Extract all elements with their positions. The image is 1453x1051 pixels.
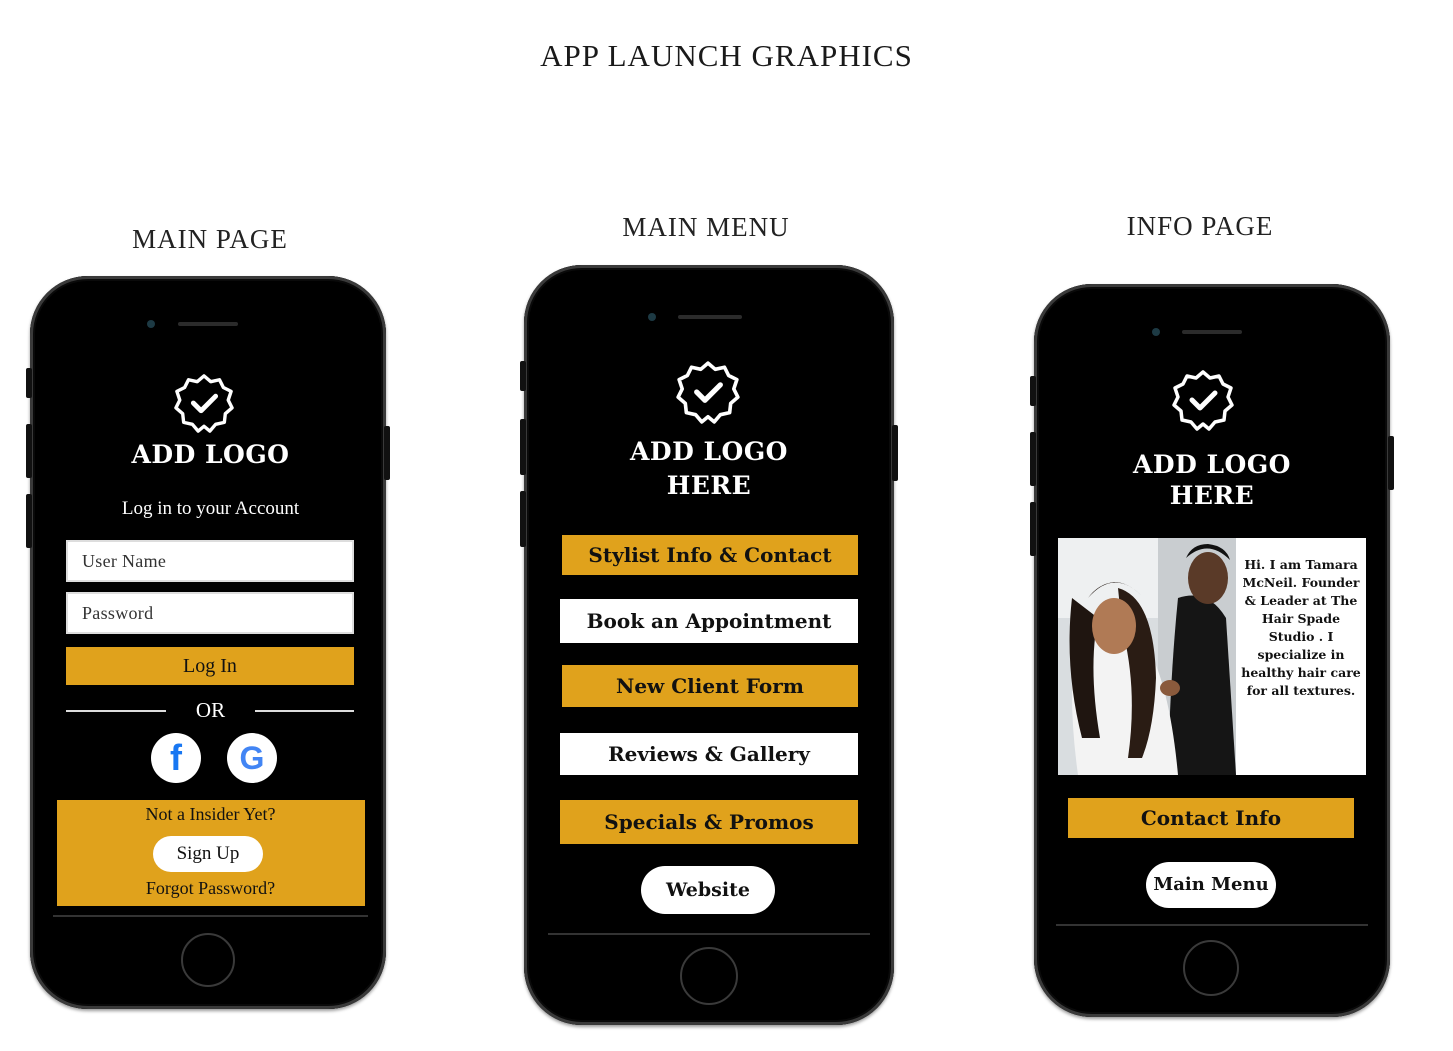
info-page-screen: ADD LOGO HERE Hi. I am Tamara McNeil. Fo… [1056, 368, 1368, 926]
contact-info-button[interactable]: Contact Info [1068, 798, 1354, 838]
speaker-grille [178, 322, 238, 326]
stylist-bio: Hi. I am Tamara McNeil. Founder & Leader… [1236, 538, 1366, 775]
logo-placeholder-line-2: HERE [666, 471, 752, 500]
phone-info-page: ADD LOGO HERE Hi. I am Tamara McNeil. Fo… [1030, 284, 1394, 1017]
facebook-icon[interactable]: f [151, 733, 201, 783]
side-button [1030, 502, 1036, 556]
logo-placeholder-line-2: HERE [1169, 481, 1255, 510]
not-insider-text: Not a Insider Yet? [145, 804, 276, 824]
verified-badge-icon [1172, 370, 1234, 431]
main-menu-screen: ADD LOGO HERE Stylist Info & Contact Boo… [548, 357, 870, 935]
side-button [26, 368, 32, 398]
divider-line-right [255, 710, 354, 712]
verified-badge-icon [174, 374, 234, 433]
signup-button[interactable]: Sign Up [153, 836, 263, 872]
home-button[interactable] [181, 933, 235, 987]
side-button [520, 491, 526, 547]
menu-item-book-appointment[interactable]: Book an Appointment [560, 599, 858, 643]
side-button [26, 424, 32, 478]
front-camera [1152, 328, 1160, 336]
stylist-photo [1058, 538, 1236, 775]
menu-item-specials-promos[interactable]: Specials & Promos [560, 800, 858, 844]
login-button[interactable]: Log In [66, 647, 354, 685]
screen-label-main-menu: MAIN MENU [622, 212, 790, 242]
front-camera [147, 320, 155, 328]
speaker-grille [678, 315, 742, 319]
screen-label-main-page: MAIN PAGE [132, 224, 288, 254]
side-button [26, 494, 32, 548]
google-icon[interactable]: G [227, 733, 277, 783]
login-subtitle: Log in to your Account [121, 498, 300, 519]
screen-label-info-page: INFO PAGE [1126, 211, 1274, 241]
menu-item-new-client-form[interactable]: New Client Form [562, 665, 858, 707]
logo-placeholder-line-1: ADD LOGO [1133, 450, 1291, 479]
side-button [1388, 436, 1394, 490]
website-button[interactable]: Website [641, 866, 775, 914]
side-button [384, 426, 390, 480]
page-title: APP LAUNCH GRAPHICS [540, 38, 913, 73]
speaker-grille [1182, 330, 1242, 334]
side-button [520, 361, 526, 391]
side-button [520, 419, 526, 475]
logo-placeholder-line-1: ADD LOGO [630, 437, 788, 466]
side-button [892, 425, 898, 481]
home-button[interactable] [680, 947, 738, 1005]
menu-item-reviews-gallery[interactable]: Reviews & Gallery [560, 733, 858, 775]
menu-item-stylist-info[interactable]: Stylist Info & Contact [562, 535, 858, 575]
front-camera [648, 313, 656, 321]
username-field[interactable]: User Name [66, 540, 354, 582]
phone-main-page: ADD LOGO Log in to your Account User Nam… [26, 276, 390, 1009]
verified-badge-icon [676, 361, 740, 424]
phone-main-menu: ADD LOGO HERE Stylist Info & Contact Boo… [520, 265, 898, 1025]
home-button[interactable] [1183, 940, 1239, 996]
side-button [1030, 376, 1036, 406]
main-menu-button[interactable]: Main Menu [1146, 862, 1276, 908]
main-page-screen: ADD LOGO Log in to your Account User Nam… [53, 360, 368, 917]
logo-placeholder: ADD LOGO [131, 440, 290, 469]
password-field[interactable]: Password [66, 592, 354, 634]
side-button [1030, 432, 1036, 486]
forgot-password-link[interactable]: Forgot Password? [53, 878, 368, 899]
